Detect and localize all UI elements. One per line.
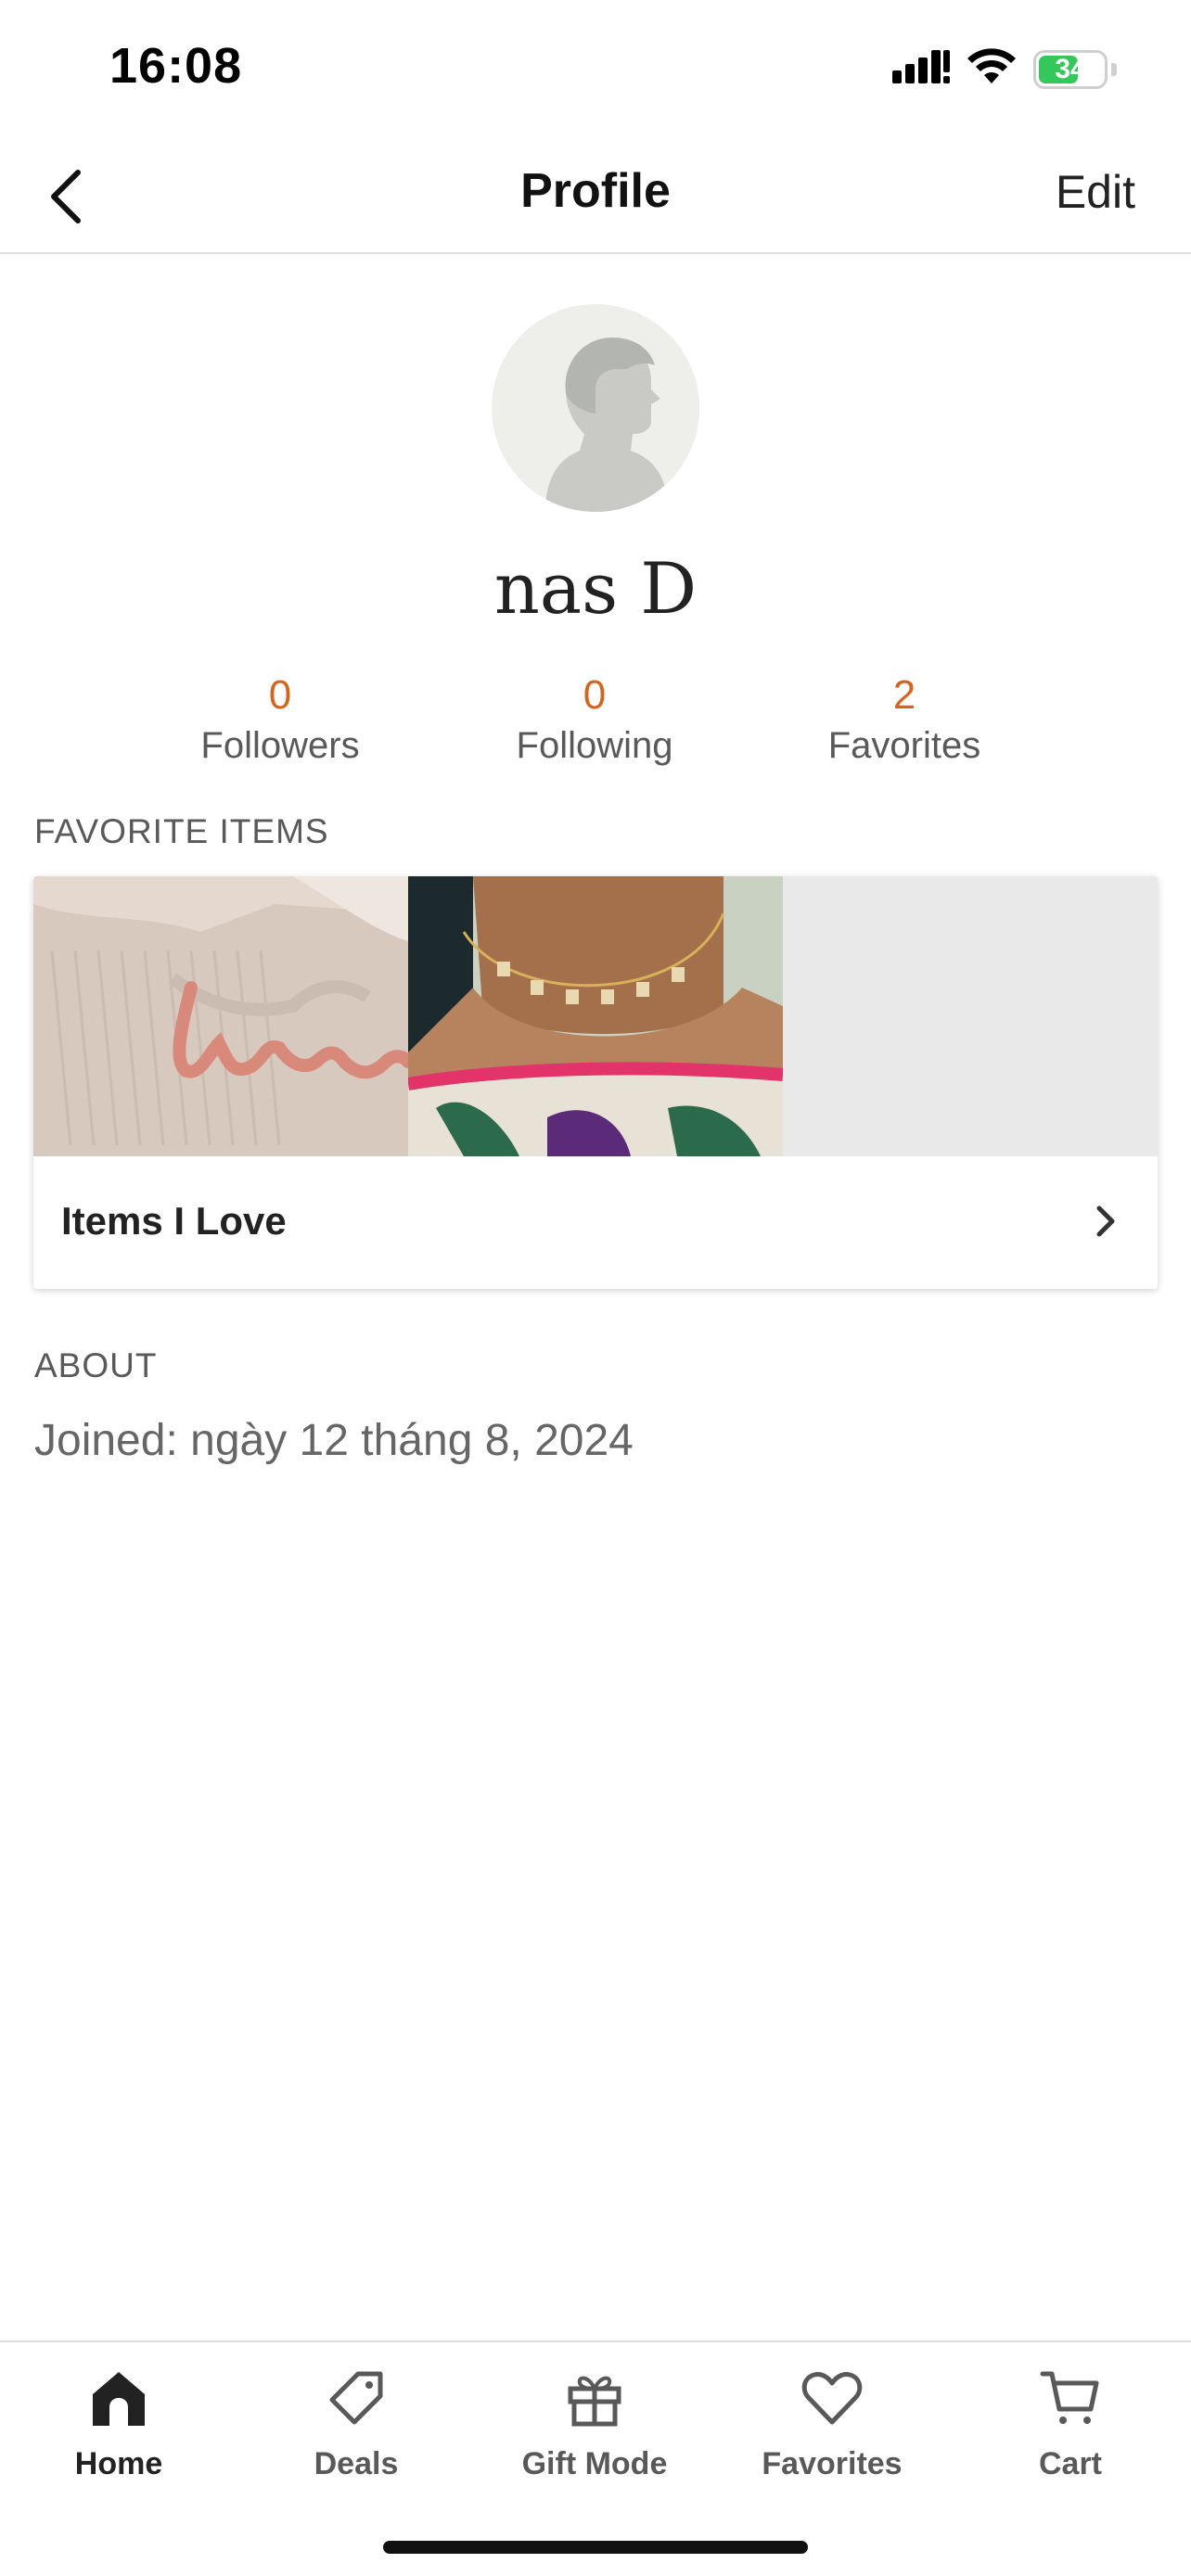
tab-deals[interactable]: Deals	[254, 2361, 458, 2482]
joined-date: Joined: ngày 12 tháng 8, 2024	[34, 1416, 634, 1465]
items-i-love-row[interactable]: Items I Love	[33, 1156, 1158, 1289]
heart-icon	[801, 2372, 863, 2425]
stat-label: Following	[516, 725, 673, 766]
tab-label: Favorites	[762, 2446, 903, 2481]
nav-header: Profile Edit	[0, 139, 1191, 254]
tab-label: Gift Mode	[521, 2446, 668, 2481]
edit-button[interactable]: Edit	[1056, 165, 1135, 219]
gift-icon	[568, 2376, 621, 2427]
cellular-signal-icon	[892, 48, 950, 90]
user-name: nas D	[493, 547, 698, 630]
stat-following[interactable]: 0 Following	[483, 670, 706, 770]
wifi-icon	[967, 48, 1017, 90]
status-time: 16:08	[109, 38, 243, 94]
tag-icon	[329, 2371, 383, 2425]
default-avatar-icon	[492, 304, 699, 512]
favorite-thumbnail-necklace	[408, 876, 783, 1156]
stat-label: Favorites	[827, 725, 981, 766]
favorite-thumbnail-empty	[783, 876, 1158, 1156]
stat-label: Followers	[200, 725, 360, 766]
profile-stats: 0 Followers 0 Following 2 Favorites	[0, 670, 1191, 772]
favorites-collection-card[interactable]: Items I Love	[33, 876, 1158, 1289]
stat-followers[interactable]: 0 Followers	[169, 670, 391, 770]
avatar[interactable]	[492, 304, 699, 512]
favorite-thumbnail-sweater	[33, 876, 408, 1156]
favorites-thumbnails	[33, 876, 1158, 1156]
page-title: Profile	[520, 164, 671, 218]
stat-value: 2	[892, 672, 916, 718]
tab-label: Cart	[1038, 2446, 1103, 2481]
battery-tip	[1111, 62, 1117, 76]
stat-value: 0	[583, 672, 607, 718]
about-heading: ABOUT	[34, 1346, 158, 1384]
chevron-right-icon	[1096, 1205, 1115, 1237]
stat-favorites[interactable]: 2 Favorites	[793, 670, 1016, 770]
tab-home[interactable]: Home	[17, 2361, 221, 2482]
stat-value: 0	[268, 672, 292, 718]
tab-label: Home	[74, 2446, 163, 2481]
favorite-items-heading: FAVORITE ITEMS	[34, 812, 329, 850]
battery-charging-icon: 34	[1033, 49, 1108, 89]
tab-gift-mode[interactable]: Gift Mode	[493, 2361, 697, 2482]
status-bar: 16:08 34	[0, 0, 1191, 139]
collection-title: Items I Love	[61, 1199, 287, 1243]
tab-cart[interactable]: Cart	[968, 2361, 1172, 2482]
home-indicator[interactable]	[383, 2541, 808, 2554]
status-icons: 34	[892, 48, 1117, 90]
home-icon	[93, 2372, 145, 2426]
profile-screen: 16:08 34 Profile Edit nas D 0 Followers …	[0, 0, 1191, 2576]
tab-label: Deals	[314, 2446, 399, 2481]
tab-favorites[interactable]: Favorites	[730, 2361, 934, 2482]
cart-icon	[1040, 2371, 1099, 2424]
battery-percent: 34	[1055, 53, 1086, 84]
